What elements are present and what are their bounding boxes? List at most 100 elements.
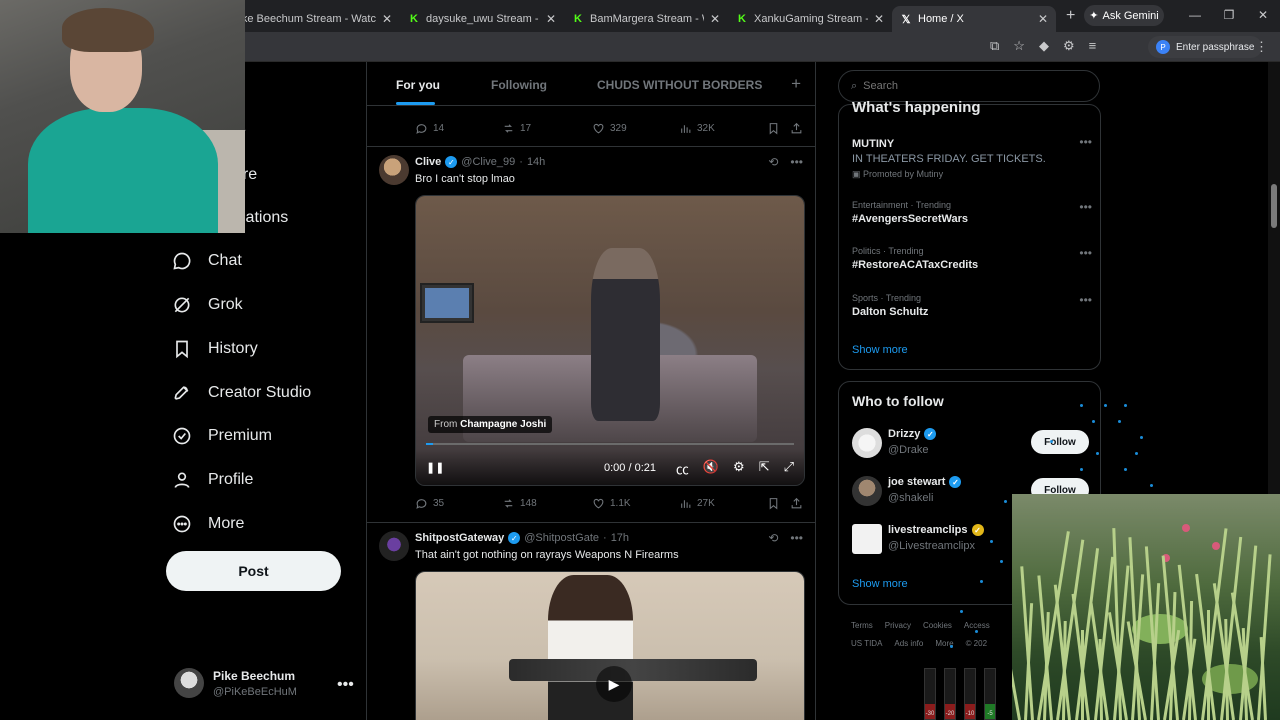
- repost-button[interactable]: 148: [502, 497, 537, 510]
- trend-item[interactable]: Entertainment · Trending #AvengersSecret…: [852, 200, 1092, 225]
- tab-chuds-without-borders[interactable]: CHUDS WITHOUT BORDERS: [597, 78, 762, 92]
- footer-link[interactable]: Privacy: [885, 621, 911, 630]
- tweet-author-name[interactable]: Clive: [415, 156, 441, 168]
- close-window-icon[interactable]: ✕: [1246, 0, 1280, 32]
- nav-item-more[interactable]: More: [172, 506, 244, 542]
- avatar[interactable]: [852, 476, 882, 506]
- footer-link[interactable]: US TIDA: [851, 639, 882, 648]
- video-player[interactable]: From Champagne Joshi ❚❚ 0:00 / 0:21 ㏄ 🔇 …: [415, 195, 805, 486]
- restore-icon[interactable]: ❐: [1212, 0, 1246, 32]
- grok-explain-icon[interactable]: ⟲: [768, 531, 778, 545]
- suggestion-name-row: Drizzy ✓: [888, 428, 937, 440]
- trend-more-icon[interactable]: •••: [1079, 246, 1092, 260]
- tweet-time[interactable]: 17h: [611, 532, 629, 544]
- share-button[interactable]: [790, 497, 803, 510]
- nav-item-profile[interactable]: Profile: [172, 462, 253, 498]
- trend-more-icon[interactable]: •••: [1079, 135, 1092, 149]
- footer-link[interactable]: Access: [964, 621, 990, 630]
- trend-more-icon[interactable]: •••: [1079, 293, 1092, 307]
- browser-tab[interactable]: K daysuke_uwu Stream - Watc ✕: [400, 6, 564, 32]
- tweet-more-icon[interactable]: •••: [790, 531, 803, 545]
- avatar[interactable]: [379, 531, 409, 561]
- show-more-link[interactable]: Show more: [852, 344, 908, 356]
- bookmark-star-icon[interactable]: ☆: [1013, 38, 1025, 54]
- tweet-time[interactable]: 14h: [527, 156, 545, 168]
- trend-more-icon[interactable]: •••: [1079, 200, 1092, 214]
- nav-item-chat[interactable]: Chat: [172, 243, 242, 279]
- nav-item-premium[interactable]: Premium: [172, 418, 272, 454]
- extension-icon[interactable]: ◆: [1039, 38, 1049, 54]
- close-icon[interactable]: ✕: [874, 12, 884, 26]
- like-button[interactable]: 329: [592, 122, 627, 135]
- tab-for-you[interactable]: For you: [396, 78, 440, 92]
- views-button[interactable]: 27K: [679, 497, 715, 510]
- views-button[interactable]: 32K: [679, 122, 715, 135]
- bookmark-button[interactable]: [767, 497, 780, 510]
- search-box[interactable]: ⌕: [838, 70, 1100, 102]
- follow-button[interactable]: Follow: [1031, 430, 1089, 454]
- settings-icon[interactable]: ⚙: [733, 459, 745, 478]
- add-tab-icon[interactable]: +: [791, 74, 801, 94]
- browser-menu-icon[interactable]: ⋮: [1255, 39, 1268, 55]
- trend-item[interactable]: Sports · Trending Dalton Schultz •••: [852, 293, 1092, 318]
- play-icon[interactable]: ▶: [596, 666, 632, 702]
- trend-item[interactable]: Politics · Trending #RestoreACATaxCredit…: [852, 246, 1092, 271]
- post-button[interactable]: Post: [166, 551, 341, 591]
- cast-icon[interactable]: ⧉: [990, 38, 999, 54]
- account-more-icon[interactable]: •••: [337, 676, 354, 694]
- tweet-author-handle[interactable]: @Clive_99: [461, 156, 515, 168]
- close-icon[interactable]: ✕: [710, 12, 720, 26]
- queue-icon[interactable]: ≡: [1089, 38, 1097, 54]
- ask-gemini-button[interactable]: ✦ Ask Gemini: [1084, 5, 1164, 26]
- account-switcher[interactable]: Pike Beechum @PiKeBeEcHuM: [174, 668, 297, 698]
- puzzle-icon[interactable]: ⚙: [1063, 38, 1075, 54]
- new-tab-button[interactable]: +: [1066, 7, 1075, 25]
- mute-icon[interactable]: 🔇: [703, 459, 719, 478]
- webcam-hair: [62, 8, 154, 52]
- minimize-icon[interactable]: —: [1178, 0, 1212, 32]
- tweet-author-name[interactable]: ShitpostGateway: [415, 532, 504, 544]
- reply-button[interactable]: 14: [415, 122, 444, 135]
- tweet[interactable]: ShitpostGateway ✓ @ShitpostGate · 17h ⟲ …: [367, 522, 815, 720]
- avatar[interactable]: [852, 428, 882, 458]
- tweet[interactable]: Clive ✓ @Clive_99 · 14h ⟲ ••• Bro I can'…: [367, 146, 815, 522]
- close-icon[interactable]: ✕: [1038, 12, 1048, 26]
- tweet-more-icon[interactable]: •••: [790, 155, 803, 169]
- footer-link[interactable]: Cookies: [923, 621, 952, 630]
- video-player[interactable]: ▶: [415, 571, 805, 720]
- pause-icon[interactable]: ❚❚: [426, 461, 444, 474]
- browser-tab[interactable]: K XankuGaming Stream - Watc ✕: [728, 6, 892, 32]
- grok-explain-icon[interactable]: ⟲: [768, 155, 778, 169]
- nav-item-creator-studio[interactable]: Creator Studio: [172, 375, 311, 411]
- trend-item[interactable]: MUTINY IN THEATERS FRIDAY. GET TICKETS. …: [852, 135, 1092, 180]
- footer-link[interactable]: Ads info: [894, 639, 923, 648]
- reply-button[interactable]: 35: [415, 497, 444, 510]
- close-icon[interactable]: ✕: [546, 12, 556, 26]
- search-input[interactable]: [863, 80, 1064, 92]
- tweet-author-handle[interactable]: @ShitpostGate: [524, 532, 599, 544]
- like-button[interactable]: 1.1K: [592, 497, 631, 510]
- scrollbar-thumb[interactable]: [1271, 184, 1277, 228]
- passphrase-button[interactable]: P Enter passphrase: [1148, 36, 1263, 58]
- close-icon[interactable]: ✕: [382, 12, 392, 26]
- fullscreen-icon[interactable]: ⤢: [784, 459, 794, 478]
- browser-tab[interactable]: K BamMargera Stream - Watc ✕: [564, 6, 728, 32]
- video-source-label[interactable]: From Champagne Joshi: [428, 416, 553, 433]
- footer-link[interactable]: Terms: [851, 621, 873, 630]
- avatar[interactable]: [379, 155, 409, 185]
- browser-tab-active[interactable]: 𝕏 Home / X ✕: [892, 6, 1056, 32]
- nav-item-grok[interactable]: Grok: [172, 287, 243, 323]
- avatar[interactable]: [852, 524, 882, 554]
- browser-tab[interactable]: Pike Beechum Stream - Watc ✕: [236, 6, 400, 32]
- captions-icon[interactable]: ㏄: [676, 459, 689, 478]
- video-progress-bar[interactable]: [426, 443, 794, 445]
- reply-icon: [416, 124, 427, 134]
- tab-following[interactable]: Following: [491, 78, 547, 92]
- show-more-link[interactable]: Show more: [852, 578, 908, 590]
- follow-suggestion[interactable]: Drizzy ✓ @Drake Follow: [852, 426, 1092, 460]
- nav-item-history[interactable]: History: [172, 331, 258, 367]
- share-button[interactable]: [790, 122, 803, 135]
- repost-button[interactable]: 17: [502, 122, 531, 135]
- bookmark-button[interactable]: [767, 122, 780, 135]
- pop-out-icon[interactable]: ⇱: [759, 459, 770, 478]
